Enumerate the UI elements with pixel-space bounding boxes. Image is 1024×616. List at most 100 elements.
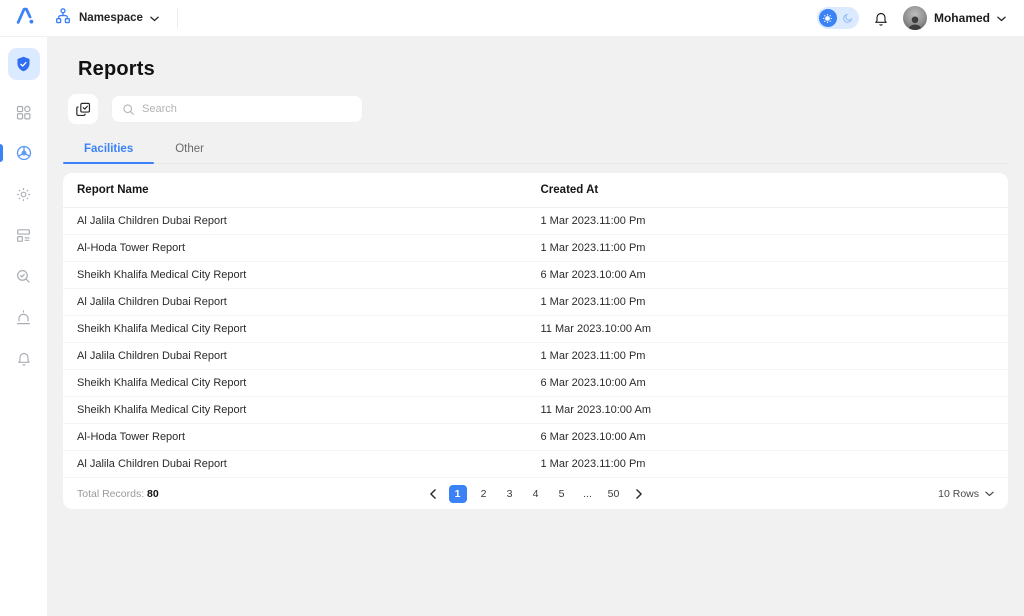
pagination-prev-button[interactable] xyxy=(425,486,441,502)
chevron-left-icon xyxy=(429,489,437,499)
toolbar xyxy=(68,94,1008,124)
bulk-select-button[interactable] xyxy=(68,94,98,124)
report-name-cell: Al-Hoda Tower Report xyxy=(63,431,536,443)
page-button-1[interactable]: 1 xyxy=(449,485,467,503)
report-name-cell: Al Jalila Children Dubai Report xyxy=(63,350,536,362)
page-button-50[interactable]: 50 xyxy=(605,485,623,503)
created-at-cell: 6 Mar 2023.10:00 Am xyxy=(536,431,1009,443)
table-row[interactable]: Al Jalila Children Dubai Report 1 Mar 20… xyxy=(63,451,1008,478)
search-check-icon xyxy=(15,268,32,285)
created-at-cell: 11 Mar 2023.10:00 Am xyxy=(536,404,1009,416)
dashboard-blocks-icon xyxy=(15,104,32,121)
table-row[interactable]: Al Jalila Children Dubai Report 1 Mar 20… xyxy=(63,343,1008,370)
created-at-cell: 1 Mar 2023.11:00 Pm xyxy=(536,215,1009,227)
pagination-next-button[interactable] xyxy=(631,486,647,502)
report-name-cell: Sheikh Khalifa Medical City Report xyxy=(63,377,536,389)
chevron-down-icon xyxy=(985,491,994,497)
alarm-icon xyxy=(15,309,32,326)
table-row[interactable]: Sheikh Khalifa Medical City Report 6 Mar… xyxy=(63,370,1008,397)
table-footer: Total Records: 80 1 2 3 4 5 ... 50 xyxy=(63,478,1008,509)
created-at-cell: 1 Mar 2023.11:00 Pm xyxy=(536,350,1009,362)
namespace-label: Namespace xyxy=(79,12,143,24)
notifications-button[interactable] xyxy=(873,10,889,27)
table-row[interactable]: Al-Hoda Tower Report 6 Mar 2023.10:00 Am xyxy=(63,424,1008,451)
total-records-label: Total Records: xyxy=(77,488,144,500)
table-row[interactable]: Sheikh Khalifa Medical City Report 6 Mar… xyxy=(63,262,1008,289)
created-at-cell: 1 Mar 2023.11:00 Pm xyxy=(536,296,1009,308)
sidebar-item-security[interactable] xyxy=(8,48,40,80)
theme-toggle[interactable] xyxy=(817,7,859,29)
shield-icon xyxy=(14,55,33,74)
rows-per-page-value: 10 Rows xyxy=(938,488,979,500)
namespace-selector[interactable]: Namespace xyxy=(54,7,159,30)
sidebar-item-audit[interactable] xyxy=(8,260,40,292)
light-mode-button[interactable] xyxy=(819,9,837,27)
namespace-icon xyxy=(54,7,72,30)
bell-icon xyxy=(873,10,889,27)
created-at-cell: 1 Mar 2023.11:00 Pm xyxy=(536,458,1009,470)
page-button-5[interactable]: 5 xyxy=(553,485,571,503)
search-input[interactable] xyxy=(142,103,352,115)
user-menu[interactable]: Mohamed xyxy=(903,6,1006,30)
topbar-divider xyxy=(177,8,178,28)
created-at-cell: 6 Mar 2023.10:00 Am xyxy=(536,377,1009,389)
user-name: Mohamed xyxy=(934,11,990,25)
helm-icon xyxy=(15,144,33,162)
total-records-value: 80 xyxy=(147,488,159,500)
search-box[interactable] xyxy=(111,95,363,123)
report-name-cell: Sheikh Khalifa Medical City Report xyxy=(63,323,536,335)
rows-per-page-select[interactable]: 10 Rows xyxy=(938,488,994,500)
dark-mode-button[interactable] xyxy=(839,9,857,27)
total-records: Total Records: 80 xyxy=(77,488,159,500)
report-name-cell: Sheikh Khalifa Medical City Report xyxy=(63,404,536,416)
tab-facilities[interactable]: Facilities xyxy=(63,136,154,163)
sidebar-item-reports[interactable] xyxy=(8,137,40,169)
report-name-cell: Al-Hoda Tower Report xyxy=(63,242,536,254)
page-button-2[interactable]: 2 xyxy=(475,485,493,503)
sidebar-item-settings[interactable] xyxy=(8,178,40,210)
sidebar-item-forms[interactable] xyxy=(8,219,40,251)
column-header-created-at: Created At xyxy=(536,184,1009,196)
created-at-cell: 11 Mar 2023.10:00 Am xyxy=(536,323,1009,335)
sidebar-item-alarms[interactable] xyxy=(8,301,40,333)
page-button-4[interactable]: 4 xyxy=(527,485,545,503)
tab-other[interactable]: Other xyxy=(154,136,225,163)
table-row[interactable]: Sheikh Khalifa Medical City Report 11 Ma… xyxy=(63,397,1008,424)
sidebar-item-notifications[interactable] xyxy=(8,342,40,374)
sun-icon xyxy=(822,13,833,24)
report-name-cell: Sheikh Khalifa Medical City Report xyxy=(63,269,536,281)
reports-table-card: Report Name Created At Al Jalila Childre… xyxy=(63,173,1008,509)
sidebar xyxy=(0,37,47,616)
report-name-cell: Al Jalila Children Dubai Report xyxy=(63,215,536,227)
main-content: Reports Facilities Other Report Name Cre… xyxy=(47,37,1024,616)
page-button-3[interactable]: 3 xyxy=(501,485,519,503)
avatar xyxy=(903,6,927,30)
report-name-cell: Al Jalila Children Dubai Report xyxy=(63,296,536,308)
bell-icon xyxy=(16,350,32,367)
report-name-cell: Al Jalila Children Dubai Report xyxy=(63,458,536,470)
gear-icon xyxy=(15,186,32,203)
logo-icon xyxy=(14,5,36,32)
copy-check-icon xyxy=(75,101,92,118)
table-row[interactable]: Al Jalila Children Dubai Report 1 Mar 20… xyxy=(63,289,1008,316)
form-layout-icon xyxy=(15,227,32,244)
created-at-cell: 6 Mar 2023.10:00 Am xyxy=(536,269,1009,281)
created-at-cell: 1 Mar 2023.11:00 Pm xyxy=(536,242,1009,254)
chevron-down-icon xyxy=(997,9,1006,27)
page-ellipsis: ... xyxy=(579,485,597,503)
page-title: Reports xyxy=(78,58,1008,81)
table-row[interactable]: Al-Hoda Tower Report 1 Mar 2023.11:00 Pm xyxy=(63,235,1008,262)
table-row[interactable]: Sheikh Khalifa Medical City Report 11 Ma… xyxy=(63,316,1008,343)
sidebar-item-dashboard[interactable] xyxy=(8,96,40,128)
tabs: Facilities Other xyxy=(63,136,1008,164)
top-bar: Namespace xyxy=(0,0,1024,37)
table-row[interactable]: Al Jalila Children Dubai Report 1 Mar 20… xyxy=(63,208,1008,235)
active-page-indicator xyxy=(0,144,3,162)
app-logo[interactable] xyxy=(14,5,36,32)
chevron-down-icon xyxy=(150,9,159,27)
column-header-report-name: Report Name xyxy=(63,184,536,196)
moon-icon xyxy=(842,13,853,24)
pagination: 1 2 3 4 5 ... 50 xyxy=(425,485,647,503)
table-header-row: Report Name Created At xyxy=(63,173,1008,208)
chevron-right-icon xyxy=(635,489,643,499)
